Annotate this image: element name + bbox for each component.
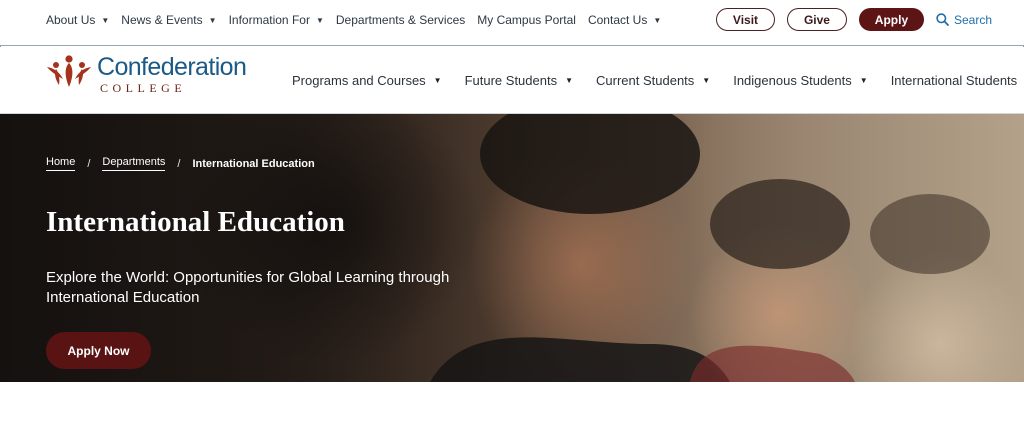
utility-item-label: About Us: [46, 13, 96, 27]
logo-wordmark: Confederation COLLEGE: [97, 53, 247, 95]
caret-down-icon: ▼: [315, 15, 324, 25]
nav-item-label: Programs and Courses: [292, 73, 426, 88]
caret-down-icon: ▼: [653, 15, 662, 25]
breadcrumb-separator: /: [177, 157, 181, 170]
visit-button[interactable]: Visit: [715, 8, 775, 31]
utility-item-news-events[interactable]: News & Events ▼: [121, 13, 216, 27]
nav-item-current-students[interactable]: Current Students ▼: [596, 73, 710, 88]
utility-bar: About Us ▼ News & Events ▼ Information F…: [0, 0, 1024, 46]
caret-down-icon: ▼: [702, 76, 711, 85]
breadcrumb-home[interactable]: Home: [46, 156, 76, 171]
utility-item-label: News & Events: [121, 13, 203, 27]
utility-nav: About Us ▼ News & Events ▼ Information F…: [46, 12, 673, 28]
breadcrumb-departments[interactable]: Departments: [102, 156, 166, 171]
breadcrumb: Home / Departments / International Educa…: [46, 156, 315, 171]
caret-down-icon: ▼: [208, 15, 217, 25]
caret-down-icon: ▼: [101, 15, 110, 25]
caret-down-icon: ▼: [859, 76, 868, 85]
give-button[interactable]: Give: [786, 8, 847, 31]
nav-item-label: International Students: [890, 73, 1018, 88]
page-title: International Education: [46, 206, 345, 238]
utility-item-label: My Campus Portal: [477, 13, 576, 27]
nav-item-label: Current Students: [596, 73, 695, 88]
utility-item-label: Departments & Services: [335, 13, 466, 27]
utility-actions: Visit Give Apply Search: [715, 8, 992, 31]
caret-down-icon: ▼: [565, 76, 574, 85]
nav-item-label: Indigenous Students: [733, 73, 852, 88]
search-button[interactable]: Search: [936, 13, 992, 27]
logo-subtitle: COLLEGE: [100, 81, 187, 95]
search-icon: [936, 13, 949, 26]
caret-down-icon: ▼: [433, 76, 442, 85]
main-header: Confederation COLLEGE Programs and Cours…: [0, 47, 1024, 114]
apply-now-button[interactable]: Apply Now: [46, 332, 151, 369]
nav-item-label: Future Students: [464, 73, 558, 88]
hero-overlay: [0, 114, 1024, 382]
utility-item-departments-services[interactable]: Departments & Services: [336, 13, 465, 27]
apply-button[interactable]: Apply: [858, 8, 924, 31]
search-label: Search: [953, 12, 992, 27]
utility-item-label: Contact Us: [587, 13, 648, 27]
utility-item-about-us[interactable]: About Us ▼: [46, 13, 109, 27]
content-area: [0, 382, 1024, 424]
college-logo[interactable]: Confederation COLLEGE: [45, 53, 247, 95]
nav-item-international-students[interactable]: International Students ▼: [891, 73, 1024, 88]
logo-emblem-icon: [47, 55, 91, 87]
breadcrumb-separator: /: [87, 157, 91, 170]
breadcrumb-current: International Education: [192, 157, 315, 170]
hero-banner: Home / Departments / International Educa…: [0, 114, 1024, 382]
logo-name: Confederation: [97, 53, 247, 81]
nav-item-programs-courses[interactable]: Programs and Courses ▼: [292, 73, 442, 88]
utility-item-my-campus-portal[interactable]: My Campus Portal: [477, 13, 576, 27]
utility-item-label: Information For: [228, 13, 310, 27]
main-nav: Programs and Courses ▼ Future Students ▼…: [292, 73, 1024, 88]
nav-item-indigenous-students[interactable]: Indigenous Students ▼: [733, 73, 867, 88]
utility-item-contact-us[interactable]: Contact Us ▼: [588, 13, 661, 27]
utility-item-information-for[interactable]: Information For ▼: [229, 13, 324, 27]
hero-subtitle: Explore the World: Opportunities for Glo…: [46, 269, 450, 306]
nav-item-future-students[interactable]: Future Students ▼: [465, 73, 573, 88]
